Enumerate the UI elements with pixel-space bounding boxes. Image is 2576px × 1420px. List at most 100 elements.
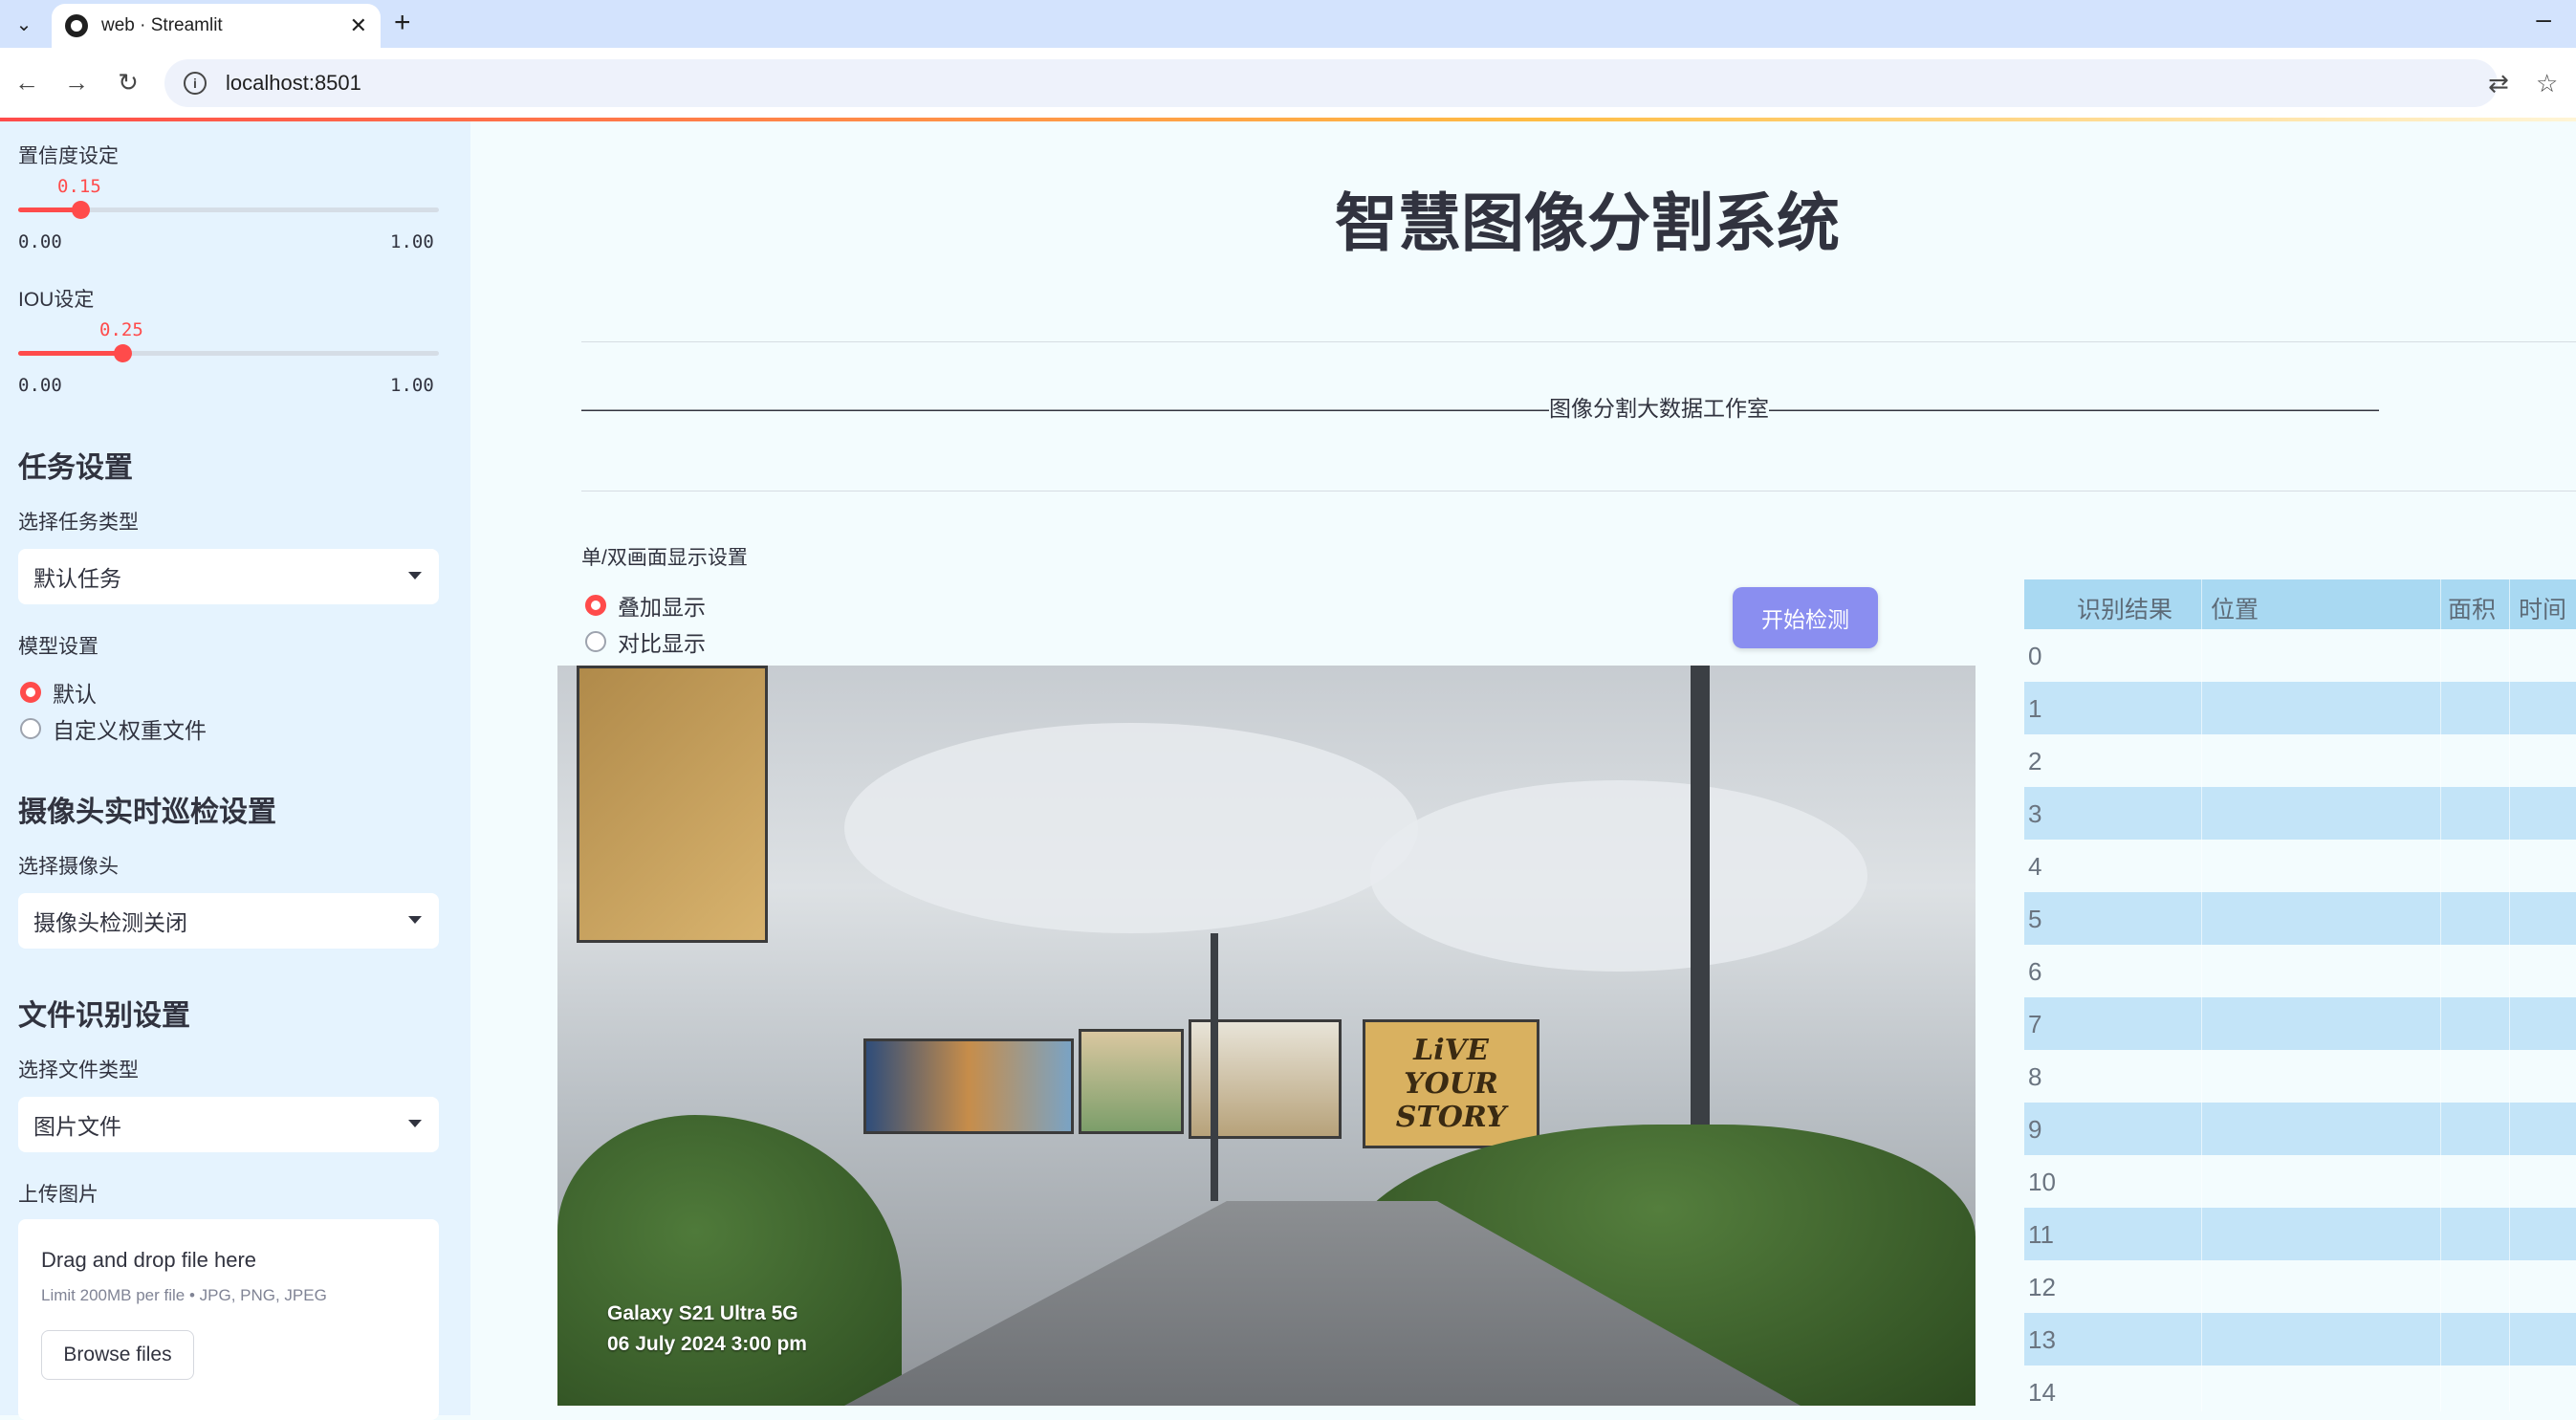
confidence-slider[interactable] — [18, 201, 439, 219]
table-row[interactable]: 8 — [2024, 1050, 2576, 1103]
site-info-icon[interactable]: i — [184, 72, 207, 95]
radio-selected-icon[interactable] — [20, 682, 41, 703]
browse-files-button[interactable]: Browse files — [41, 1330, 194, 1380]
iou-slider-fill — [18, 351, 123, 356]
model-radio-custom[interactable]: 自定义权重文件 — [20, 712, 207, 745]
table-row[interactable]: 11 — [2024, 1208, 2576, 1260]
file-type-value: 图片文件 — [33, 1114, 121, 1139]
iou-slider-thumb[interactable] — [114, 344, 132, 362]
billboard-center-2 — [1079, 1029, 1184, 1134]
tab-search-chevron-icon[interactable]: ⌄ — [8, 8, 40, 40]
cloud — [844, 723, 1418, 933]
table-row[interactable]: 14 — [2024, 1365, 2576, 1418]
bookmark-star-icon[interactable]: ☆ — [2536, 69, 2558, 98]
model-label: 模型设置 — [18, 636, 98, 658]
camera-value: 摄像头检测关闭 — [33, 910, 187, 935]
streamlit-favicon-icon — [65, 14, 88, 37]
confidence-label: 置信度设定 — [18, 145, 119, 167]
confidence-slider-thumb[interactable] — [72, 201, 90, 219]
header-result: 识别结果 — [2077, 597, 2173, 623]
task-type-select[interactable]: 默认任务 — [18, 549, 439, 604]
billboard-left — [577, 666, 768, 943]
start-detection-button[interactable]: 开始检测 — [1733, 587, 1878, 648]
row-index: 10 — [2028, 1168, 2056, 1196]
row-index: 9 — [2028, 1115, 2042, 1144]
translate-icon[interactable]: ⇄ — [2488, 69, 2509, 98]
confidence-max: 1.00 — [390, 231, 434, 252]
row-index: 4 — [2028, 852, 2042, 881]
table-row[interactable]: 6 — [2024, 945, 2576, 997]
row-index: 13 — [2028, 1325, 2056, 1354]
address-bar[interactable]: i localhost:8501 — [164, 59, 2498, 107]
table-row[interactable]: 3 — [2024, 787, 2576, 840]
confidence-min: 0.00 — [18, 231, 62, 252]
upload-dropzone-title: Drag and drop file here — [41, 1248, 257, 1272]
browser-tab[interactable]: web · Streamlit ✕ — [52, 4, 381, 48]
iou-value: 0.25 — [99, 319, 143, 340]
photo-watermark-device: Galaxy S21 Ultra 5G — [607, 1302, 798, 1324]
row-index: 0 — [2028, 642, 2042, 670]
file-type-label: 选择文件类型 — [18, 1060, 139, 1081]
table-row[interactable]: 1 — [2024, 682, 2576, 734]
column-divider — [2440, 579, 2441, 1411]
chevron-down-icon — [408, 1120, 422, 1127]
row-index: 2 — [2028, 747, 2042, 776]
utility-pole — [1211, 933, 1218, 1201]
radio-unselected-icon[interactable] — [20, 718, 41, 739]
display-mode-label: 单/双画面显示设置 — [581, 547, 748, 569]
table-row[interactable]: 4 — [2024, 840, 2576, 892]
row-index: 14 — [2028, 1378, 2056, 1407]
reload-icon[interactable]: ↻ — [111, 65, 145, 99]
billboard-live-your-story: LiVE YOUR STORY — [1363, 1019, 1539, 1148]
chevron-down-icon — [408, 572, 422, 579]
file-section-heading: 文件识别设置 — [18, 1000, 190, 1032]
table-row[interactable]: 10 — [2024, 1155, 2576, 1208]
photo-watermark-date: 06 July 2024 3:00 pm — [607, 1333, 807, 1355]
confidence-value: 0.15 — [57, 176, 101, 197]
page-title: 智慧图像分割系统 — [1335, 186, 1840, 260]
header-area: 面积 — [2448, 597, 2497, 623]
display-radio-overlay[interactable]: 叠加显示 — [585, 589, 706, 622]
back-arrow-icon[interactable]: ← — [10, 65, 44, 99]
table-row[interactable]: 5 — [2024, 892, 2576, 945]
row-index: 11 — [2028, 1220, 2054, 1249]
billboard-center — [863, 1038, 1074, 1134]
studio-banner: ————————————————————————————————————————… — [581, 396, 2379, 421]
column-divider — [2201, 579, 2202, 1411]
radio-unselected-icon[interactable] — [585, 631, 606, 652]
iou-slider[interactable] — [18, 344, 439, 362]
display-radio-compare[interactable]: 对比显示 — [585, 625, 706, 658]
table-row[interactable]: 13 — [2024, 1313, 2576, 1365]
trees-left — [557, 1115, 902, 1406]
radio-selected-icon[interactable] — [585, 595, 606, 616]
forward-arrow-icon[interactable]: → — [59, 65, 94, 99]
chevron-down-icon — [408, 916, 422, 924]
model-option-default: 默认 — [53, 682, 97, 707]
row-index: 3 — [2028, 799, 2042, 828]
file-type-select[interactable]: 图片文件 — [18, 1097, 439, 1152]
table-row[interactable]: 7 — [2024, 997, 2576, 1050]
input-image: LiVE YOUR STORY Galaxy S21 Ultra 5G 06 J… — [557, 666, 1976, 1406]
minimize-window-icon[interactable]: – — [2536, 4, 2551, 34]
row-index: 8 — [2028, 1062, 2042, 1091]
tab-title: web · Streamlit — [101, 15, 223, 35]
iou-label: IOU设定 — [18, 289, 95, 311]
model-option-custom: 自定义权重文件 — [53, 718, 207, 743]
table-row[interactable]: 2 — [2024, 734, 2576, 787]
iou-min: 0.00 — [18, 375, 62, 396]
divider-bottom — [581, 491, 2576, 492]
row-index: 7 — [2028, 1010, 2042, 1038]
file-uploader-dropzone[interactable]: Drag and drop file here Limit 200MB per … — [18, 1219, 439, 1420]
header-position: 位置 — [2211, 597, 2259, 623]
table-row[interactable]: 12 — [2024, 1260, 2576, 1313]
camera-label: 选择摄像头 — [18, 856, 119, 878]
table-row[interactable]: 9 — [2024, 1103, 2576, 1155]
divider-top — [581, 341, 2576, 342]
model-radio-default[interactable]: 默认 — [20, 676, 97, 709]
camera-select[interactable]: 摄像头检测关闭 — [18, 893, 439, 949]
close-tab-icon[interactable]: ✕ — [350, 13, 367, 38]
new-tab-plus-icon[interactable]: + — [394, 7, 411, 39]
upload-label: 上传图片 — [18, 1184, 98, 1206]
table-row[interactable]: 0 — [2024, 629, 2576, 682]
column-divider — [2509, 579, 2510, 1411]
